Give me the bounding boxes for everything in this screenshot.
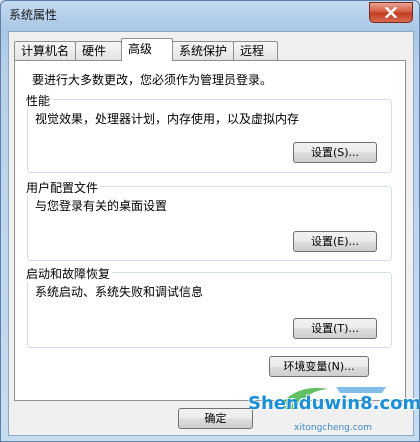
tab-remote[interactable]: 远程 bbox=[233, 41, 278, 60]
performance-settings-button[interactable]: 设置(S)... bbox=[293, 142, 377, 163]
performance-group: 性能 视觉效果，处理器计划，内存使用，以及虚拟内存 设置(S)... bbox=[24, 92, 392, 173]
tab-computer-name[interactable]: 计算机名 bbox=[14, 41, 76, 60]
user-profiles-desc: 与您登录有关的桌面设置 bbox=[35, 199, 168, 213]
ok-button[interactable]: 确定 bbox=[178, 408, 253, 429]
tab-hardware[interactable]: 硬件 bbox=[75, 41, 122, 60]
user-profiles-group: 用户配置文件 与您登录有关的桌面设置 设置(E)... bbox=[24, 179, 392, 261]
admin-notice: 要进行大多数更改，您必须作为管理员登录。 bbox=[32, 73, 273, 87]
window-title: 系统属性 bbox=[9, 8, 58, 22]
dialog-client-area: 计算机名 硬件 高级 系统保护 远程 要进行大多数更改，您必须作为管理员登录。 … bbox=[8, 31, 414, 436]
startup-recovery-title: 启动和故障恢复 bbox=[24, 265, 113, 282]
startup-recovery-desc: 系统启动、系统失败和调试信息 bbox=[35, 285, 204, 299]
title-bar[interactable]: 系统属性 bbox=[1, 1, 419, 28]
startup-settings-button[interactable]: 设置(T)... bbox=[293, 318, 377, 339]
tab-advanced[interactable]: 高级 bbox=[121, 38, 173, 61]
startup-recovery-group: 启动和故障恢复 系统启动、系统失败和调试信息 设置(T)... bbox=[24, 265, 392, 348]
tab-system-protection[interactable]: 系统保护 bbox=[172, 41, 234, 60]
advanced-tab-panel: 要进行大多数更改，您必须作为管理员登录。 性能 视觉效果，处理器计划，内存使用，… bbox=[14, 60, 406, 401]
performance-title: 性能 bbox=[24, 92, 53, 109]
user-profiles-title: 用户配置文件 bbox=[24, 179, 101, 196]
close-button[interactable] bbox=[369, 2, 413, 23]
environment-variables-button[interactable]: 环境变量(N)... bbox=[269, 356, 369, 377]
user-profiles-settings-button[interactable]: 设置(E)... bbox=[293, 231, 377, 252]
close-icon bbox=[385, 7, 397, 18]
system-properties-window: 系统属性 计算机名 硬件 高级 系统保护 远程 要进行大多数更改，您必须作为管理… bbox=[0, 0, 420, 442]
performance-desc: 视觉效果，处理器计划，内存使用，以及虚拟内存 bbox=[35, 112, 300, 126]
